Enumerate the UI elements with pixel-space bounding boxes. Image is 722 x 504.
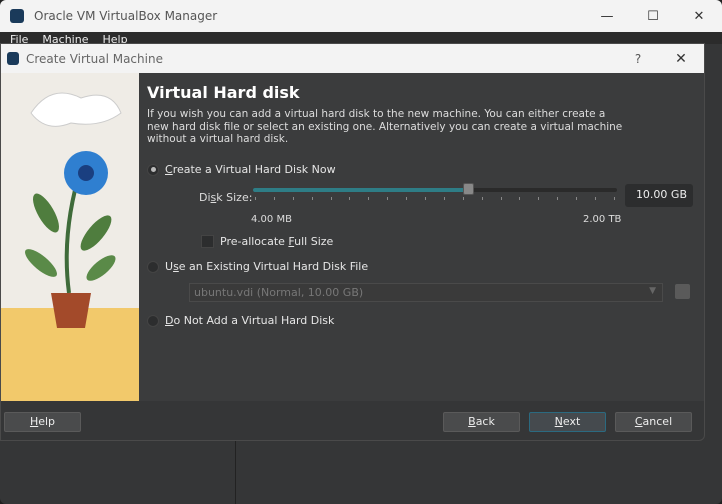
- slider-tick: [368, 197, 370, 200]
- main-title-bar: Oracle VM VirtualBox Manager — ☐ ✕: [0, 0, 722, 32]
- label-part: U: [165, 260, 174, 273]
- help-icon[interactable]: ?: [618, 52, 658, 66]
- label-part: o Not Add a Virtual Hard Disk: [173, 314, 335, 327]
- disk-size-label: Disk Size:: [199, 191, 252, 204]
- next-button[interactable]: Next: [529, 412, 606, 432]
- label-part: ack: [475, 415, 495, 428]
- disk-size-slider[interactable]: [253, 188, 617, 192]
- slider-tick: [443, 197, 445, 200]
- label-part: Di: [199, 191, 211, 204]
- selected-file: ubuntu.vdi (Normal, 10.00 GB): [194, 286, 364, 299]
- label-part: reate a Virtual Hard Disk Now: [172, 163, 336, 176]
- folder-open-icon[interactable]: [675, 284, 690, 299]
- radio-button[interactable]: [147, 260, 159, 273]
- slider-handle[interactable]: [462, 183, 474, 195]
- label-part: e an Existing Virtual Hard Disk File: [178, 260, 369, 273]
- slider-tick: [311, 197, 313, 200]
- radio-no-disk[interactable]: Do Not Add a Virtual Hard Disk: [147, 314, 334, 327]
- slider-tick: [425, 197, 427, 200]
- virtualbox-logo-icon: [10, 9, 24, 23]
- page-description: If you wish you can add a virtual hard d…: [147, 108, 623, 145]
- label-part: ancel: [642, 415, 673, 428]
- slider-max-label: 2.00 TB: [583, 214, 622, 225]
- slider-tick: [500, 197, 502, 200]
- maximize-button[interactable]: ☐: [630, 9, 676, 24]
- slider-tick: [519, 197, 521, 200]
- label-part: elp: [38, 415, 56, 428]
- wizard-illustration: [1, 73, 139, 401]
- radio-label: Do Not Add a Virtual Hard Disk: [165, 314, 334, 327]
- dialog-body: Virtual Hard disk If you wish you can ad…: [1, 73, 704, 401]
- slider-tick: [481, 197, 483, 200]
- slider-tick: [349, 197, 351, 200]
- radio-create-disk[interactable]: Create a Virtual Hard Disk Now: [147, 163, 336, 176]
- slider-tick: [538, 197, 540, 200]
- slider-tick: [330, 197, 332, 200]
- cancel-button[interactable]: Cancel: [615, 412, 692, 432]
- slider-tick: [387, 197, 389, 200]
- slider-tick: [255, 197, 256, 200]
- slider-tick: [273, 197, 275, 200]
- help-button[interactable]: Help: [4, 412, 81, 432]
- slider-tick: [613, 197, 615, 200]
- label-mnemonic: N: [554, 415, 563, 428]
- radio-label: Use an Existing Virtual Hard Disk File: [165, 260, 368, 273]
- label-mnemonic: B: [468, 415, 476, 428]
- slider-fill: [253, 188, 468, 192]
- slider-tick: [576, 197, 578, 200]
- slider-tick: [406, 197, 408, 200]
- radio-label: Create a Virtual Hard Disk Now: [165, 163, 336, 176]
- back-button[interactable]: Back: [443, 412, 520, 432]
- label-mnemonic: H: [29, 415, 39, 428]
- existing-disk-select[interactable]: ubuntu.vdi (Normal, 10.00 GB) ▼: [189, 283, 663, 302]
- label-part: ull Size: [294, 235, 334, 248]
- slider-tick: [292, 197, 294, 200]
- page-title: Virtual Hard disk: [147, 83, 300, 102]
- virtualbox-logo-icon: [7, 52, 19, 65]
- dialog-title: Create Virtual Machine: [26, 51, 163, 66]
- dialog-close-button[interactable]: ✕: [658, 51, 704, 67]
- dialog-title-bar: Create Virtual Machine ? ✕: [1, 44, 704, 73]
- slider-tick: [595, 197, 597, 200]
- label-part: Pre-allocate: [220, 235, 289, 248]
- slider-ticks: [255, 197, 615, 201]
- disk-size-input[interactable]: 10.00 GB: [625, 184, 693, 207]
- label-part: ext: [562, 415, 581, 428]
- main-window-title: Oracle VM VirtualBox Manager: [34, 9, 218, 23]
- close-button[interactable]: ✕: [676, 9, 722, 24]
- radio-button[interactable]: [147, 314, 159, 327]
- slider-tick: [462, 197, 464, 200]
- checkbox[interactable]: [201, 235, 214, 248]
- label-part: k Size:: [216, 191, 253, 204]
- radio-existing-disk[interactable]: Use an Existing Virtual Hard Disk File: [147, 260, 368, 273]
- radio-button[interactable]: [147, 163, 159, 176]
- slider-min-label: 4.00 MB: [251, 214, 292, 225]
- pane-divider: [235, 441, 236, 504]
- checkbox-label: Pre-allocate Full Size: [220, 235, 333, 248]
- wizard-content: Virtual Hard disk If you wish you can ad…: [147, 73, 696, 327]
- slider-tick: [557, 197, 559, 200]
- label-mnemonic: C: [165, 163, 173, 176]
- minimize-button[interactable]: —: [584, 9, 630, 24]
- chevron-down-icon: ▼: [649, 286, 656, 296]
- create-vm-dialog: Create Virtual Machine ? ✕ Virtual Hard …: [0, 43, 705, 441]
- label-mnemonic: C: [634, 415, 643, 428]
- preallocate-checkbox[interactable]: Pre-allocate Full Size: [201, 235, 333, 248]
